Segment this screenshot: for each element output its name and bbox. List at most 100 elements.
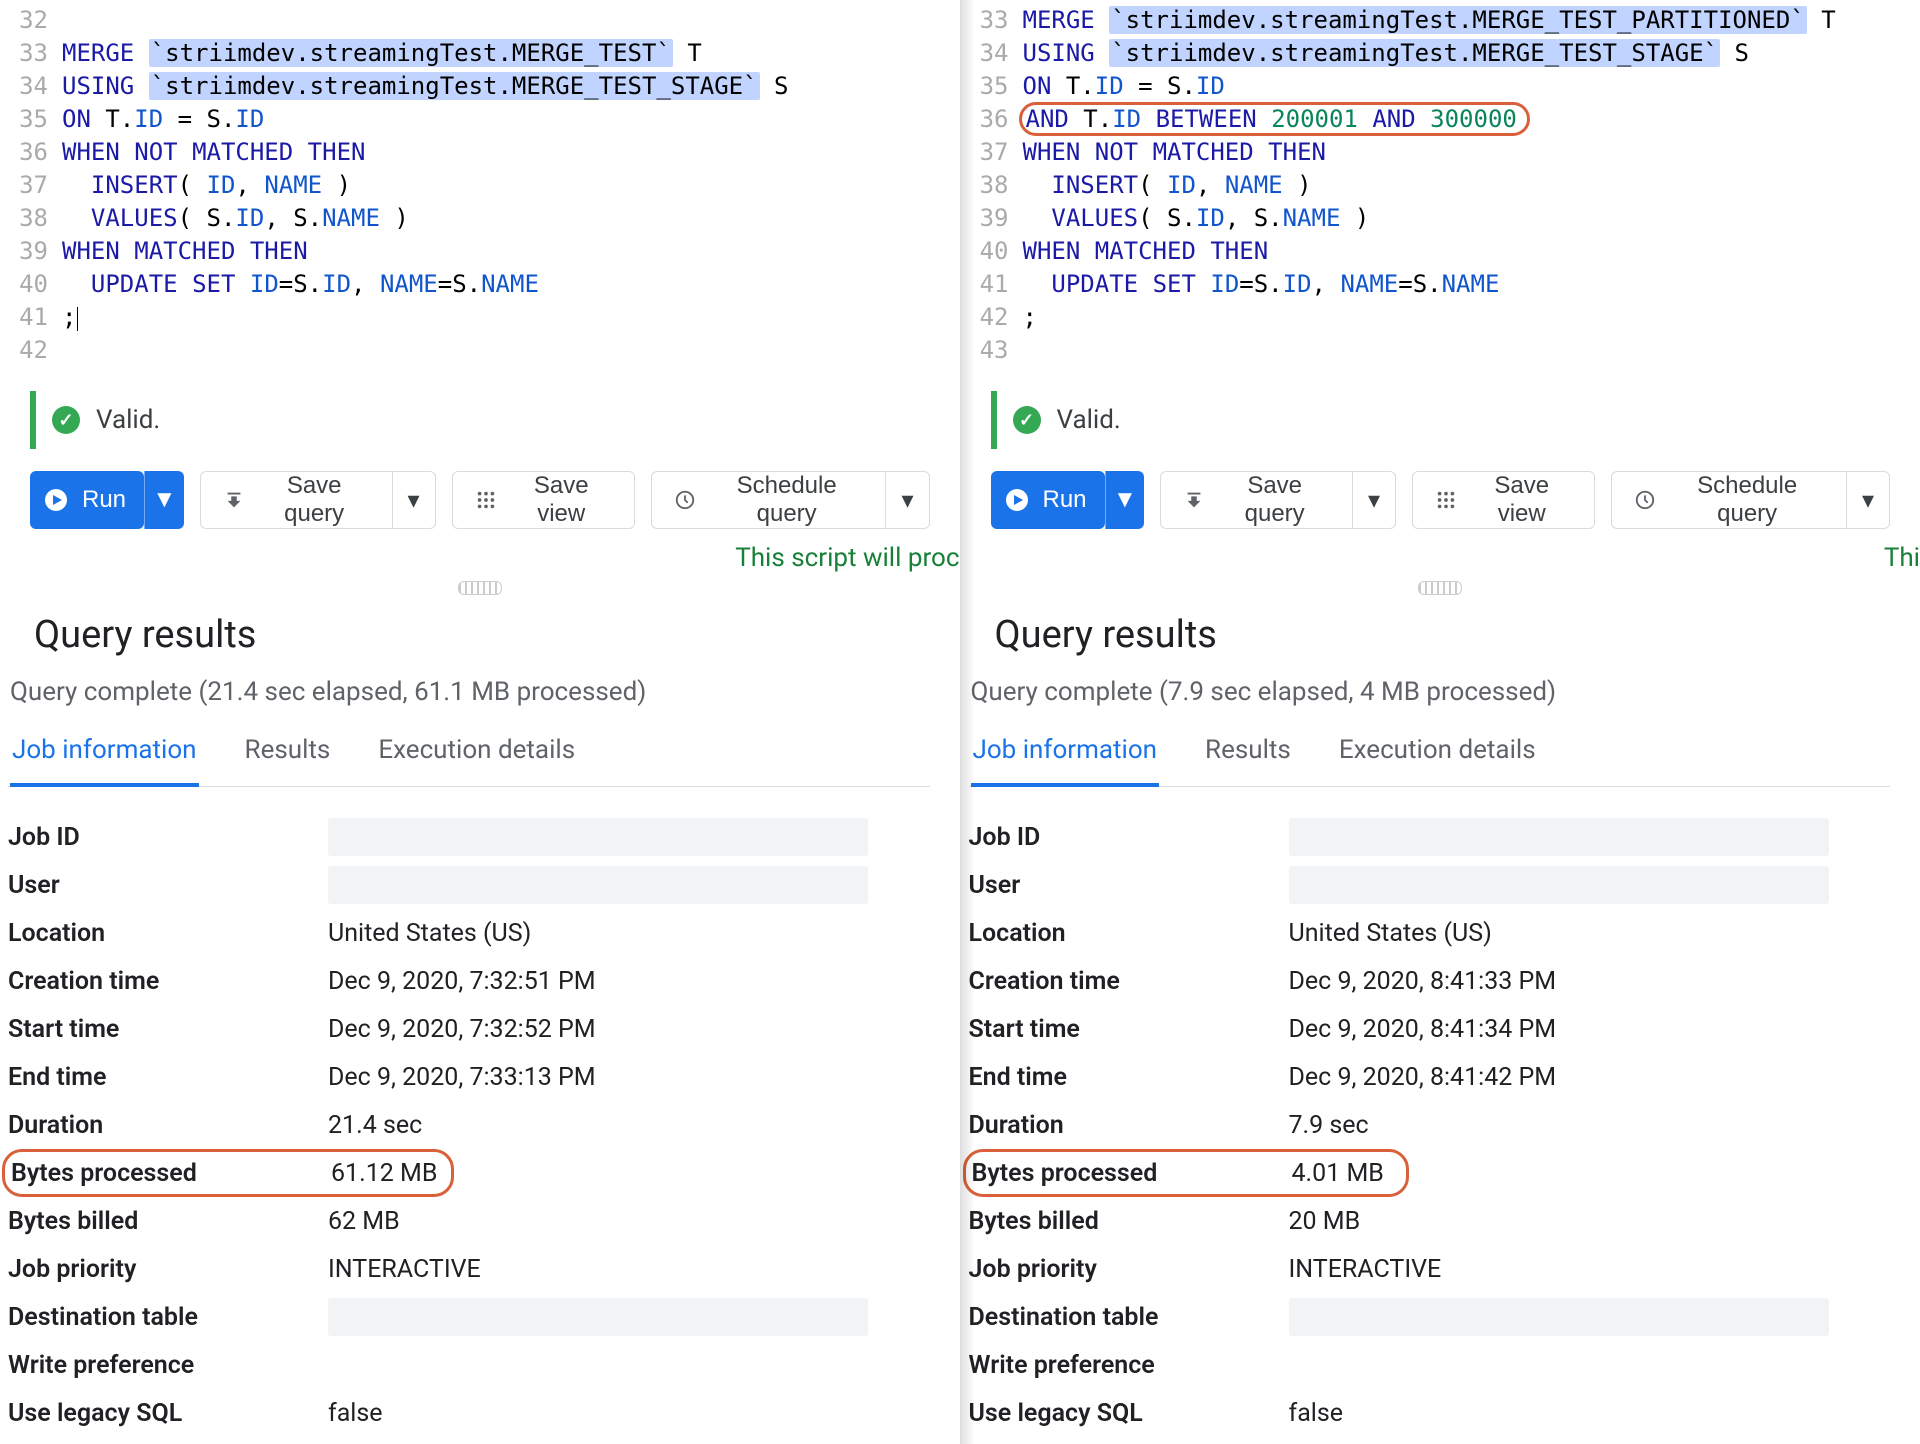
- info-row: Destination table: [969, 1293, 1891, 1341]
- info-row: Creation timeDec 9, 2020, 7:32:51 PM: [8, 957, 930, 1005]
- info-value: INTERACTIVE: [328, 1255, 930, 1284]
- info-label: User: [969, 871, 1289, 900]
- job-info-table: Job IDUserLocationUnited States (US)Crea…: [8, 787, 930, 1437]
- caret-down-icon: ▼: [1113, 486, 1137, 514]
- info-label: Use legacy SQL: [969, 1399, 1289, 1428]
- info-label: Start time: [8, 1015, 328, 1044]
- info-row: User: [969, 861, 1891, 909]
- info-row: Start timeDec 9, 2020, 7:32:52 PM: [8, 1005, 930, 1053]
- info-value: Dec 9, 2020, 7:32:52 PM: [328, 1015, 930, 1044]
- results-tabs: Job information Results Execution detail…: [969, 725, 1891, 787]
- download-icon: [1183, 489, 1205, 511]
- info-label: Destination table: [8, 1303, 328, 1332]
- info-label: Use legacy SQL: [8, 1399, 328, 1428]
- info-row: Bytes billed62 MB: [8, 1197, 930, 1245]
- info-value: United States (US): [1289, 919, 1891, 948]
- info-row: Job ID: [8, 813, 930, 861]
- caret-down-icon: ▾: [1862, 486, 1874, 515]
- info-label: User: [8, 871, 328, 900]
- download-icon: [223, 489, 245, 511]
- info-row: Creation timeDec 9, 2020, 8:41:33 PM: [969, 957, 1891, 1005]
- validation-status: ✓ Valid.: [991, 391, 1891, 449]
- info-row: Bytes billed20 MB: [969, 1197, 1891, 1245]
- code-area[interactable]: MERGE `striimdev.streamingTest.MERGE_TES…: [1023, 4, 1836, 367]
- validation-status: ✓ Valid.: [30, 391, 930, 449]
- tab-results[interactable]: Results: [1203, 725, 1293, 787]
- save-query-dropdown[interactable]: ▾: [393, 471, 436, 529]
- info-value: 62 MB: [328, 1207, 930, 1236]
- info-value: [328, 818, 868, 856]
- grid-icon: [1435, 489, 1457, 511]
- save-query-button[interactable]: Save query: [1160, 471, 1353, 529]
- save-query-dropdown[interactable]: ▾: [1353, 471, 1396, 529]
- info-row: LocationUnited States (US): [8, 909, 930, 957]
- info-row: End timeDec 9, 2020, 8:41:42 PM: [969, 1053, 1891, 1101]
- tab-job-information[interactable]: Job information: [971, 725, 1160, 787]
- clock-icon: [1634, 489, 1656, 511]
- info-label: Job ID: [8, 823, 328, 852]
- save-query-button[interactable]: Save query: [200, 471, 393, 529]
- schedule-query-dropdown[interactable]: ▾: [886, 471, 929, 529]
- sql-editor-right[interactable]: 3334353637383940414243 MERGE `striimdev.…: [961, 0, 1920, 367]
- info-row: Write preference: [969, 1341, 1891, 1389]
- info-value: 20 MB: [1289, 1207, 1891, 1236]
- info-label: Job priority: [8, 1255, 328, 1284]
- info-value: Dec 9, 2020, 7:33:13 PM: [328, 1063, 930, 1092]
- schedule-query-dropdown[interactable]: ▾: [1847, 471, 1890, 529]
- panel-resize-handle[interactable]: [458, 581, 502, 595]
- script-note: Thi: [961, 529, 1920, 579]
- query-toolbar: Run ▼ Save query ▾ Save view: [0, 463, 960, 529]
- info-row: End timeDec 9, 2020, 7:33:13 PM: [8, 1053, 930, 1101]
- info-label: Bytes processed: [11, 1159, 331, 1188]
- run-dropdown[interactable]: ▼: [144, 471, 184, 529]
- info-row: User: [8, 861, 930, 909]
- info-value: [1289, 818, 1829, 856]
- info-label: Creation time: [969, 967, 1289, 996]
- info-label: End time: [969, 1063, 1289, 1092]
- query-complete-msg: Query complete (7.9 sec elapsed, 4 MB pr…: [969, 677, 1891, 725]
- info-row: Duration21.4 sec: [8, 1101, 930, 1149]
- check-icon: ✓: [52, 406, 80, 434]
- code-area[interactable]: MERGE `striimdev.streamingTest.MERGE_TES…: [62, 4, 788, 367]
- sql-editor-left[interactable]: 3233343536373839404142 MERGE `striimdev.…: [0, 0, 960, 367]
- caret-down-icon: ▾: [1368, 486, 1380, 515]
- schedule-query-button[interactable]: Schedule query: [1611, 471, 1847, 529]
- tab-results[interactable]: Results: [243, 725, 333, 787]
- panel-resize-handle[interactable]: [1418, 581, 1462, 595]
- info-label: Location: [969, 919, 1289, 948]
- schedule-query-button[interactable]: Schedule query: [651, 471, 887, 529]
- info-row: Use legacy SQLfalse: [8, 1389, 930, 1437]
- info-value: United States (US): [328, 919, 930, 948]
- info-row: LocationUnited States (US): [969, 909, 1891, 957]
- info-value: [1289, 866, 1829, 904]
- query-complete-msg: Query complete (21.4 sec elapsed, 61.1 M…: [8, 677, 930, 725]
- info-label: Job ID: [969, 823, 1289, 852]
- info-row: Job priorityINTERACTIVE: [969, 1245, 1891, 1293]
- play-icon: [1005, 488, 1029, 512]
- info-value: 7.9 sec: [1289, 1111, 1891, 1140]
- run-button[interactable]: Run: [30, 471, 144, 529]
- info-row: Job priorityINTERACTIVE: [8, 1245, 930, 1293]
- run-dropdown[interactable]: ▼: [1105, 471, 1145, 529]
- query-results-left: Query results Query complete (21.4 sec e…: [0, 605, 960, 1437]
- info-value: [1289, 1298, 1829, 1336]
- info-row: Use legacy SQLfalse: [969, 1389, 1891, 1437]
- run-button[interactable]: Run: [991, 471, 1105, 529]
- info-value: 61.12 MB: [331, 1159, 437, 1188]
- check-icon: ✓: [1013, 406, 1041, 434]
- save-view-button[interactable]: Save view: [1412, 471, 1595, 529]
- save-view-button[interactable]: Save view: [452, 471, 635, 529]
- line-gutter: 3233343536373839404142: [0, 4, 62, 367]
- tab-execution-details[interactable]: Execution details: [376, 725, 577, 787]
- query-results-right: Query results Query complete (7.9 sec el…: [961, 605, 1920, 1437]
- info-label: Duration: [8, 1111, 328, 1140]
- info-label: Bytes processed: [972, 1159, 1292, 1188]
- clock-icon: [674, 489, 696, 511]
- tab-execution-details[interactable]: Execution details: [1337, 725, 1538, 787]
- info-label: Location: [8, 919, 328, 948]
- info-value: Dec 9, 2020, 8:41:42 PM: [1289, 1063, 1891, 1092]
- line-gutter: 3334353637383940414243: [961, 4, 1023, 367]
- info-value: Dec 9, 2020, 7:32:51 PM: [328, 967, 930, 996]
- info-label: Job priority: [969, 1255, 1289, 1284]
- tab-job-information[interactable]: Job information: [10, 725, 199, 787]
